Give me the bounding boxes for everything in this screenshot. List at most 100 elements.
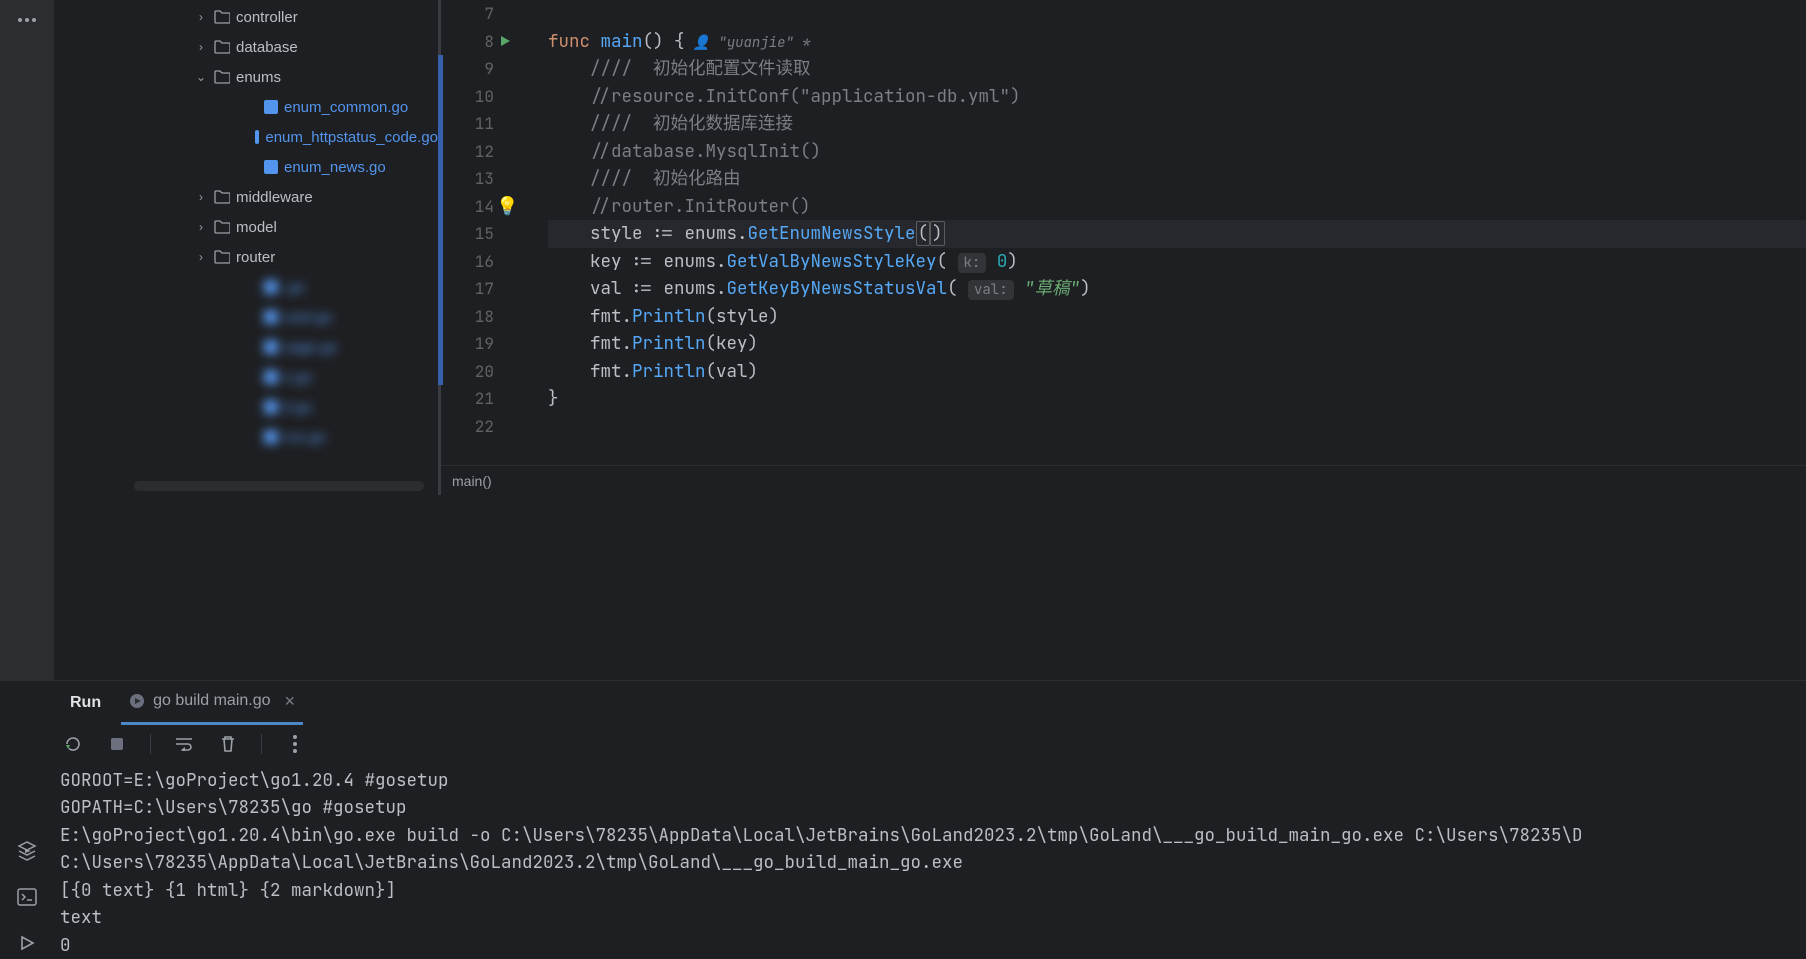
gutter-line-number[interactable]: 13 bbox=[438, 165, 494, 193]
tree-item-label: model bbox=[236, 219, 277, 236]
go-file-icon bbox=[264, 370, 278, 384]
run-tab-main[interactable]: Run bbox=[62, 681, 109, 725]
gutter-line-number[interactable]: 20 bbox=[438, 358, 494, 386]
tree-file[interactable]: enum_httpstatus_code.go bbox=[54, 122, 438, 152]
stop-icon[interactable] bbox=[106, 733, 128, 755]
gutter-line-number[interactable]: 15 bbox=[438, 220, 494, 248]
tree-file[interactable]: it.go bbox=[54, 392, 438, 422]
tree-folder[interactable]: › model bbox=[54, 212, 438, 242]
code-line[interactable]: val := enums.GetKeyByNewsStatusVal( val:… bbox=[548, 275, 1806, 303]
tree-folder[interactable]: › database bbox=[54, 32, 438, 62]
code-line[interactable]: fmt.Println(key) bbox=[548, 330, 1806, 358]
code-editor[interactable]: 78910111213141516171819202122 func main(… bbox=[438, 0, 1806, 495]
gutter-line-number[interactable]: 10 bbox=[438, 83, 494, 111]
code-line[interactable]: style := enums.GetEnumNewsStyle() bbox=[548, 220, 1806, 248]
chevron-right-icon[interactable]: › bbox=[194, 10, 208, 24]
tree-folder[interactable]: ›router bbox=[54, 242, 438, 272]
code-line[interactable]: //// 初始化数据库连接 bbox=[548, 110, 1806, 138]
gutter-line-number[interactable]: 17 bbox=[438, 275, 494, 303]
tree-file[interactable]: s.go bbox=[54, 362, 438, 392]
go-file-icon bbox=[264, 100, 278, 114]
go-file-icon bbox=[264, 310, 278, 324]
code-line[interactable]: fmt.Println(style) bbox=[548, 303, 1806, 331]
go-file-icon bbox=[264, 280, 278, 294]
chevron-right-icon[interactable]: › bbox=[194, 40, 208, 54]
tree-file[interactable]: enum_news.go bbox=[54, 152, 438, 182]
intention-bulb-icon[interactable]: 💡 bbox=[496, 193, 518, 221]
trash-icon[interactable] bbox=[217, 733, 239, 755]
author-inlay-hint: 👤 "yuanjie" * bbox=[693, 34, 811, 52]
toolbar-separator bbox=[261, 734, 262, 754]
code-line[interactable]: fmt.Println(val) bbox=[548, 358, 1806, 386]
project-tree[interactable]: ›controller›database⌄enumsenum_common.go… bbox=[54, 0, 438, 495]
code-line[interactable]: key := enums.GetValByNewsStyleKey( k: 0) bbox=[548, 248, 1806, 276]
folder-icon bbox=[214, 190, 230, 204]
tree-item-label: database bbox=[236, 39, 298, 56]
tree-item-label: it.go bbox=[284, 399, 312, 416]
rerun-icon[interactable] bbox=[62, 733, 84, 755]
go-file-icon bbox=[264, 400, 278, 414]
gutter-line-number[interactable]: 8 bbox=[438, 28, 494, 56]
chevron-down-icon[interactable]: ⌄ bbox=[194, 70, 208, 84]
run-panel: Run go build main.go × bbox=[0, 680, 1806, 959]
gutter-line-number[interactable]: 11 bbox=[438, 110, 494, 138]
code-line[interactable]: //// 初始化配置文件读取 bbox=[548, 55, 1806, 83]
soft-wrap-icon[interactable] bbox=[173, 733, 195, 755]
tree-file[interactable]: rce.go bbox=[54, 422, 438, 452]
tree-item-label: sage.go bbox=[284, 339, 337, 356]
go-file-icon bbox=[264, 160, 278, 174]
gutter-line-number[interactable]: 16 bbox=[438, 248, 494, 276]
tree-file[interactable]: usel.go bbox=[54, 302, 438, 332]
more-icon[interactable] bbox=[13, 6, 41, 34]
tree-file[interactable]: .go bbox=[54, 272, 438, 302]
go-file-icon bbox=[264, 430, 278, 444]
folder-icon bbox=[214, 40, 230, 54]
code-line[interactable]: 💡 //router.InitRouter() bbox=[548, 193, 1806, 221]
code-line[interactable]: //resource.InitConf("application-db.yml"… bbox=[548, 83, 1806, 111]
gutter-line-number[interactable]: 14 bbox=[438, 193, 494, 221]
run-bottom-icon[interactable] bbox=[13, 929, 41, 957]
code-line[interactable]: //database.MysqlInit() bbox=[548, 138, 1806, 166]
tree-folder[interactable]: ⌄ enums bbox=[54, 62, 438, 92]
tree-item-label: enums bbox=[236, 69, 281, 86]
chevron-right-icon[interactable]: › bbox=[194, 220, 208, 234]
gutter-line-number[interactable]: 21 bbox=[438, 385, 494, 413]
services-icon[interactable] bbox=[13, 837, 41, 865]
run-tabs: Run go build main.go × bbox=[0, 681, 1806, 725]
run-tab-build[interactable]: go build main.go × bbox=[121, 681, 303, 725]
code-line[interactable] bbox=[548, 0, 1806, 28]
tree-item-label: rce.go bbox=[284, 429, 326, 446]
run-gutter-icon[interactable] bbox=[498, 34, 512, 48]
editor-gutter[interactable]: 78910111213141516171819202122 bbox=[438, 0, 508, 465]
more-vertical-icon[interactable] bbox=[284, 733, 306, 755]
gutter-line-number[interactable]: 18 bbox=[438, 303, 494, 331]
tree-horizontal-scrollbar[interactable] bbox=[134, 481, 424, 491]
code-line[interactable]: //// 初始化路由 bbox=[548, 165, 1806, 193]
chevron-right-icon[interactable]: › bbox=[194, 190, 208, 204]
folder-icon bbox=[214, 70, 230, 84]
tree-item-label: s.go bbox=[284, 369, 312, 386]
terminal-icon[interactable] bbox=[13, 883, 41, 911]
tree-file[interactable]: sage.go bbox=[54, 332, 438, 362]
code-line[interactable]: } bbox=[548, 385, 1806, 413]
code-line[interactable]: func main() {👤 "yuanjie" * bbox=[548, 28, 1806, 56]
gutter-line-number[interactable]: 22 bbox=[438, 413, 494, 441]
close-icon[interactable]: × bbox=[285, 691, 296, 712]
gutter-line-number[interactable]: 12 bbox=[438, 138, 494, 166]
tree-folder[interactable]: ›controller bbox=[54, 2, 438, 32]
chevron-right-icon[interactable]: › bbox=[194, 250, 208, 264]
tree-item-label: enum_httpstatus_code.go bbox=[265, 129, 438, 146]
go-file-icon bbox=[264, 340, 278, 354]
gutter-line-number[interactable]: 19 bbox=[438, 330, 494, 358]
vcs-change-marker[interactable] bbox=[438, 55, 443, 385]
go-run-icon bbox=[129, 693, 145, 709]
code-line[interactable] bbox=[548, 413, 1806, 441]
editor-breadcrumb[interactable]: main() bbox=[438, 465, 1806, 495]
editor-code-area[interactable]: func main() {👤 "yuanjie" * //// 初始化配置文件读… bbox=[508, 0, 1806, 465]
gutter-line-number[interactable]: 9 bbox=[438, 55, 494, 83]
tree-folder[interactable]: ›middleware bbox=[54, 182, 438, 212]
run-console-output[interactable]: GOROOT=E:\goProject\go1.20.4 #gosetup GO… bbox=[0, 763, 1806, 959]
tree-file[interactable]: enum_common.go bbox=[54, 92, 438, 122]
gutter-line-number[interactable]: 7 bbox=[438, 0, 494, 28]
tree-item-label: usel.go bbox=[284, 309, 332, 326]
